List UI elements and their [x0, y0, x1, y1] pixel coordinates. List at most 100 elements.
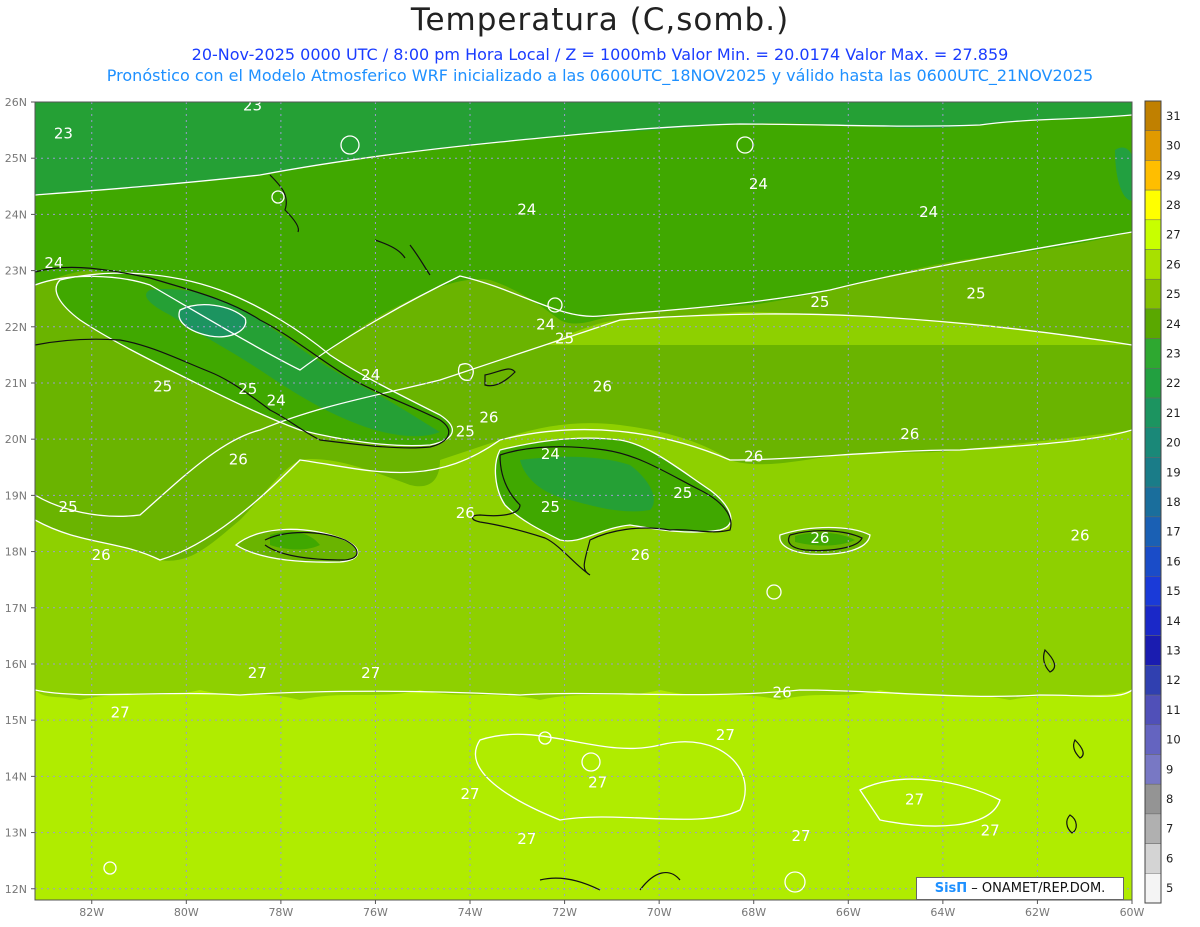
contour-label: 25 [238, 380, 257, 398]
lon-label-80W: 80W [174, 906, 199, 919]
contour-label: 25 [673, 484, 692, 502]
contour-label: 26 [631, 546, 650, 564]
contour-label: 27 [517, 830, 536, 848]
colorbar-swatch [1144, 724, 1162, 755]
colorbar-label-13: 13 [1166, 644, 1181, 658]
colorbar-swatch [1144, 249, 1162, 280]
contour-label: 24 [44, 254, 63, 272]
colorbar-label-28: 28 [1166, 198, 1181, 212]
contour-label: 26 [92, 546, 111, 564]
lat-label-13N: 13N [5, 827, 27, 840]
colorbar: 31 30 29 28 27 26 25 24 23 22 21 20 19 18 17 16 15 14 13 12… [1144, 100, 1181, 904]
contour-label: 26 [229, 450, 248, 468]
lon-label-76W: 76W [363, 906, 388, 919]
colorbar-label-19: 19 [1166, 465, 1181, 479]
lat-label-12N: 12N [5, 883, 27, 896]
lon-label-72W: 72W [552, 906, 577, 919]
contour-label: 26 [1070, 526, 1089, 544]
lon-label-68W: 68W [741, 906, 766, 919]
contour-label: 24 [517, 200, 536, 218]
contour-label: 26 [744, 448, 763, 466]
colorbar-swatch [1144, 278, 1162, 310]
colorbar-swatch [1144, 397, 1162, 428]
subtitle-model-run: Pronóstico con el Modelo Atmosferico WRF… [106, 66, 1094, 85]
colorbar-label-29: 29 [1166, 168, 1181, 182]
colorbar-swatch [1144, 783, 1162, 815]
contour-label: 25 [810, 293, 829, 311]
lat-label-16N: 16N [5, 658, 27, 671]
lat-label-24N: 24N [5, 208, 27, 221]
colorbar-swatch [1144, 368, 1162, 399]
colorbar-label-12: 12 [1166, 673, 1181, 687]
colorbar-label-14: 14 [1166, 614, 1181, 628]
colorbar-swatch [1144, 813, 1162, 844]
credit-text: – ONAMET/REP.DOM. [967, 881, 1106, 896]
subtitle-validity: 20-Nov-2025 0000 UTC / 8:00 pm Hora Loca… [191, 45, 1009, 64]
colorbar-label-23: 23 [1166, 346, 1181, 360]
colorbar-label-26: 26 [1166, 257, 1181, 271]
contour-label: 27 [981, 821, 1000, 839]
contour-label: 25 [456, 422, 475, 440]
lat-label-20N: 20N [5, 433, 27, 446]
colorbar-swatch [1144, 130, 1162, 161]
lat-label-23N: 23N [5, 265, 27, 278]
colorbar-label-27: 27 [1166, 228, 1181, 242]
lon-label-64W: 64W [930, 906, 955, 919]
contour-label: 24 [536, 316, 555, 334]
temperature-map: 23232424242425 2524252425 2524262625 2624 26… [5, 96, 1181, 919]
colorbar-label-21: 21 [1166, 406, 1181, 420]
contour-label: 23 [243, 96, 262, 114]
contour-label: 24 [919, 203, 938, 221]
colorbar-label-17: 17 [1166, 525, 1181, 539]
lon-label-78W: 78W [268, 906, 293, 919]
contour-label: 26 [900, 425, 919, 443]
contour-label: 27 [361, 664, 380, 682]
colorbar-swatch [1144, 516, 1162, 547]
contour-label: 27 [460, 785, 479, 803]
colorbar-swatch [1144, 843, 1162, 874]
colorbar-label-24: 24 [1166, 317, 1181, 331]
contour-label: 25 [153, 377, 172, 395]
credit-box: SisΠ – ONAMET/REP.DOM. [916, 877, 1124, 900]
lon-label-62W: 62W [1025, 906, 1050, 919]
credit-brand: SisΠ [934, 881, 968, 896]
colorbar-swatch [1144, 665, 1162, 696]
colorbar-swatch [1144, 576, 1162, 607]
contour-label: 25 [555, 330, 574, 348]
colorbar-swatch [1144, 873, 1162, 904]
contour-label: 27 [248, 664, 267, 682]
lon-label-70W: 70W [647, 906, 672, 919]
contour-label: 25 [966, 285, 985, 303]
contour-label: 24 [361, 366, 380, 384]
contour-label: 24 [749, 175, 768, 193]
colorbar-label-11: 11 [1166, 703, 1181, 717]
contour-label: 24 [541, 445, 560, 463]
contour-label: 26 [593, 377, 612, 395]
colorbar-swatch [1144, 694, 1162, 726]
contour-label: 26 [479, 408, 498, 426]
colorbar-label-5: 5 [1166, 881, 1173, 895]
lat-label-17N: 17N [5, 602, 27, 615]
contour-label: 27 [111, 703, 130, 721]
lat-label-18N: 18N [5, 546, 27, 559]
colorbar-label-25: 25 [1166, 287, 1181, 301]
colorbar-swatch [1144, 486, 1162, 518]
contour-label: 25 [59, 498, 78, 516]
colorbar-label-9: 9 [1166, 762, 1173, 776]
colorbar-swatch [1144, 457, 1162, 488]
colorbar-label-31: 31 [1166, 109, 1181, 123]
colorbar-swatch [1144, 219, 1162, 250]
colorbar-swatch [1144, 754, 1162, 785]
colorbar-label-22: 22 [1166, 376, 1181, 390]
colorbar-label-8: 8 [1166, 792, 1173, 806]
colorbar-swatch [1144, 427, 1162, 458]
colorbar-label-6: 6 [1166, 851, 1173, 865]
lon-label-82W: 82W [79, 906, 104, 919]
colorbar-label-20: 20 [1166, 436, 1181, 450]
lon-label-60W: 60W [1120, 906, 1145, 919]
contour-label: 27 [791, 827, 810, 845]
lat-label-15N: 15N [5, 714, 27, 727]
colorbar-label-10: 10 [1166, 733, 1181, 747]
colorbar-label-18: 18 [1166, 495, 1181, 509]
contour-label: 27 [588, 774, 607, 792]
